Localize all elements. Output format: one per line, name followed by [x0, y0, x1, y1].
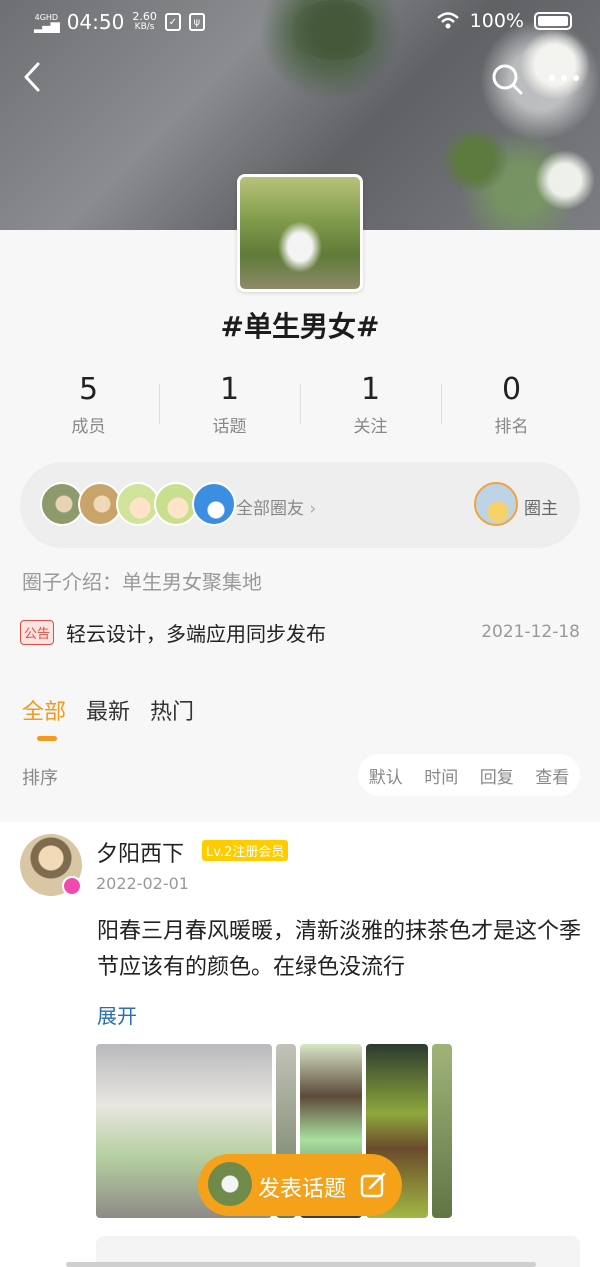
notice-row[interactable]: 公告 轻云设计，多端应用同步发布 2021-12-18: [20, 618, 580, 648]
active-tab-indicator: [37, 736, 57, 741]
tab-hot[interactable]: 热门: [150, 694, 194, 726]
post-image[interactable]: [432, 1044, 452, 1218]
battery-percent: 100%: [469, 10, 524, 32]
more-dots-icon[interactable]: [546, 66, 582, 90]
publish-topic-button[interactable]: 发表话题: [198, 1154, 402, 1216]
circle-avatar[interactable]: [237, 174, 363, 292]
stat-value: 5: [78, 372, 99, 407]
notice-date: 2021-12-18: [481, 622, 580, 642]
scroll-indicator: [66, 1262, 536, 1267]
expand-link[interactable]: 展开: [97, 1000, 137, 1029]
network-speed-value: 2.60: [132, 10, 157, 23]
leaf-decoration: [440, 130, 510, 190]
circle-intro: 圈子介绍：单生男女聚集地: [22, 570, 262, 594]
circle-stats: 5 成员 1 话题 1 关注 0 排名: [18, 372, 582, 442]
network-speed-unit: KB/s: [134, 22, 155, 32]
gender-badge-icon: [62, 876, 82, 896]
member-avatars: [40, 482, 236, 526]
circle-friends-bar[interactable]: 全部圈友 › 圈主: [20, 462, 580, 548]
sort-reply[interactable]: 回复: [480, 763, 514, 788]
signal-icon: 4GHD ▂▄▆: [34, 13, 60, 33]
usb-icon: ψ: [188, 13, 205, 31]
level-badge: Lv.2注册会员: [202, 840, 289, 861]
all-friends-label: 全部圈友: [236, 499, 304, 519]
stat-label: 成员: [71, 417, 106, 437]
tab-latest[interactable]: 最新: [86, 694, 130, 726]
sort-default[interactable]: 默认: [369, 763, 403, 788]
wifi-icon: [436, 12, 459, 29]
post-date: 2022-02-01: [96, 874, 189, 893]
battery-icon: [534, 12, 572, 30]
edit-icon: [360, 1172, 386, 1198]
post-content[interactable]: 阳春三月春风暖暖，清新淡雅的抹茶色才是这个季节应该有的颜色。在绿色没流行: [97, 914, 583, 986]
sort-options: 默认 时间 回复 查看: [358, 754, 580, 796]
stat-members[interactable]: 5 成员: [18, 372, 159, 442]
post-author-name[interactable]: 夕阳西下: [96, 836, 184, 868]
owner-avatar[interactable]: [474, 482, 518, 526]
network-speed: 2.60 KB/s: [132, 10, 157, 32]
notice-text: 轻云设计，多端应用同步发布: [66, 622, 326, 646]
tab-all[interactable]: 全部: [22, 694, 66, 726]
chevron-right-icon: ›: [309, 499, 317, 519]
fab-avatar: [208, 1162, 252, 1206]
stat-value: 1: [360, 372, 381, 407]
stat-rank[interactable]: 0 排名: [441, 372, 582, 442]
status-bar: 4GHD ▂▄▆ 04:50 2.60 KB/s ✓ ψ 100%: [0, 8, 600, 38]
stat-value: 0: [501, 372, 522, 407]
status-time: 04:50: [66, 10, 125, 34]
avatar: [192, 482, 236, 526]
all-friends-link[interactable]: 全部圈友 ›: [236, 494, 316, 519]
stat-topics[interactable]: 1 话题: [159, 372, 300, 442]
owner-label: 圈主: [524, 499, 558, 519]
stat-value: 1: [219, 372, 240, 407]
search-icon[interactable]: [490, 62, 524, 96]
clipboard-icon: ✓: [164, 13, 181, 31]
stat-label: 话题: [212, 417, 247, 437]
publish-topic-label: 发表话题: [258, 1177, 347, 1202]
back-chevron-icon[interactable]: [18, 60, 48, 94]
flower-decoration: [535, 150, 595, 210]
stat-follows[interactable]: 1 关注: [300, 372, 441, 442]
stat-label: 排名: [494, 417, 529, 437]
sort-label: 排序: [22, 768, 58, 789]
feed-tabs: 全部 最新 热门: [22, 694, 194, 726]
circle-title: #单生男女#: [220, 310, 380, 343]
sort-views[interactable]: 查看: [535, 763, 569, 788]
stat-label: 关注: [353, 417, 388, 437]
notice-tag: 公告: [20, 620, 55, 645]
sort-time[interactable]: 时间: [424, 763, 458, 788]
